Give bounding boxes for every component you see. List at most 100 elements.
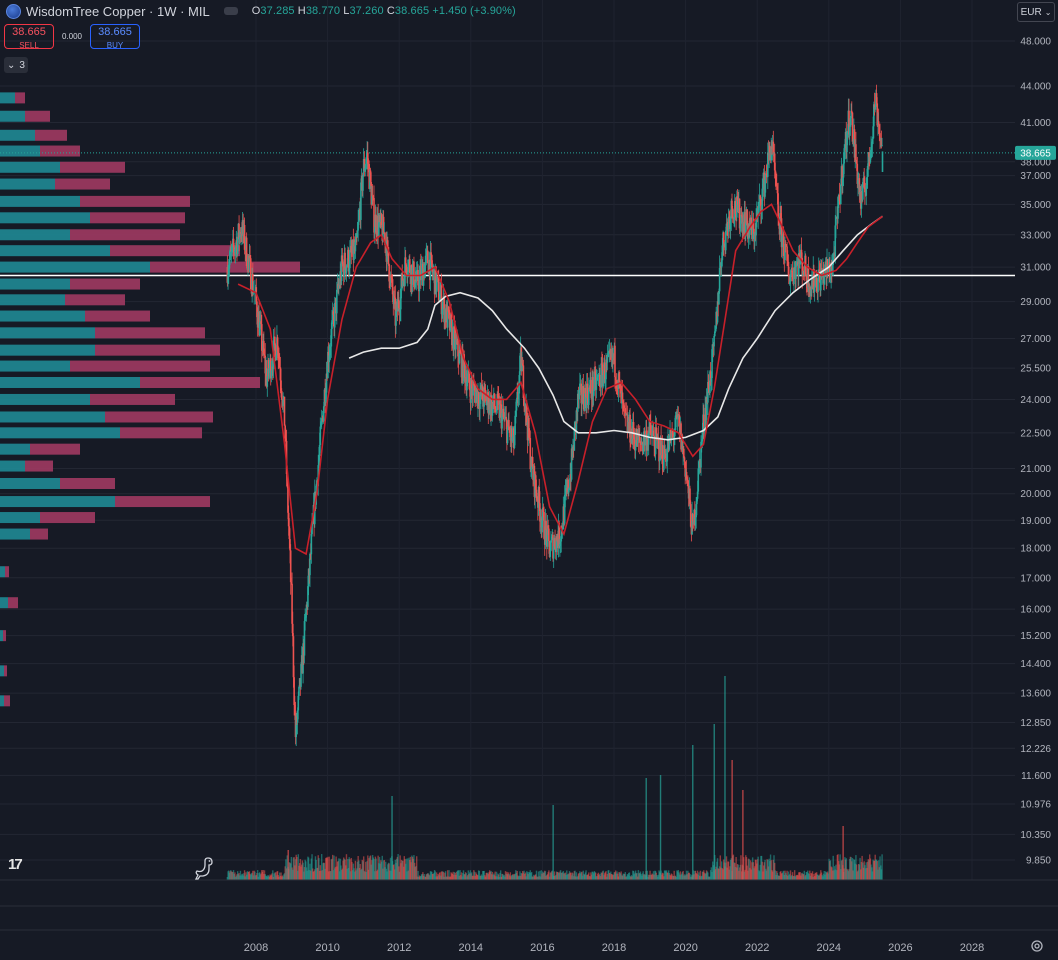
visibility-icon[interactable] bbox=[223, 7, 238, 15]
candle-body bbox=[300, 664, 302, 687]
y-tick-label: 15.200 bbox=[1020, 631, 1051, 642]
volume-profile-up-bar bbox=[0, 278, 70, 290]
volume-profile-down-bar bbox=[55, 178, 110, 190]
volume-profile-up-bar bbox=[0, 360, 70, 372]
volume-profile-up-bar bbox=[0, 145, 40, 157]
volume-profile-up-bar bbox=[0, 528, 30, 540]
candle-body bbox=[506, 426, 509, 444]
volume-profile-up-bar bbox=[0, 129, 35, 141]
sell-button[interactable]: 38.665 SELL bbox=[4, 24, 54, 50]
y-tick-label: 10.976 bbox=[1020, 800, 1051, 811]
volume-profile-up-bar bbox=[0, 695, 4, 707]
candle-body bbox=[851, 112, 854, 142]
y-tick-label: 25.500 bbox=[1020, 364, 1051, 375]
high-label: H bbox=[297, 5, 306, 17]
volume-profile-down-bar bbox=[110, 245, 240, 257]
current-price-label: 38.665 bbox=[1020, 148, 1051, 159]
y-tick-label: 16.000 bbox=[1020, 605, 1051, 616]
x-tick-label: 2018 bbox=[602, 942, 626, 954]
candle-body bbox=[413, 261, 415, 288]
symbol-title[interactable]: WisdomTree Copper · 1W · MIL bbox=[26, 4, 210, 19]
moving-average-fast[interactable] bbox=[237, 203, 883, 556]
volume-profile-down-bar bbox=[80, 195, 190, 207]
volume-profile-down-bar bbox=[140, 376, 260, 388]
candle-body bbox=[426, 250, 429, 264]
volume-profile-down-bar bbox=[70, 229, 180, 241]
volume-profile-up-bar bbox=[0, 597, 8, 609]
y-tick-label: 24.000 bbox=[1020, 395, 1051, 406]
x-tick-label: 2016 bbox=[530, 942, 554, 954]
x-axis[interactable]: 2008 2010 2012 2014 2016 2018 2020 2022 2024 2026… bbox=[244, 942, 984, 954]
candle-body bbox=[843, 148, 846, 164]
y-tick-label: 35.000 bbox=[1020, 200, 1051, 211]
candle-body bbox=[466, 373, 469, 382]
last-candle bbox=[881, 151, 884, 172]
chart-canvas[interactable]: 48.00044.00041.00038.00037.00035.00033.0… bbox=[0, 0, 1058, 960]
tradingview-logo-icon[interactable]: 17 bbox=[8, 856, 23, 873]
volume-bar bbox=[731, 760, 733, 880]
buy-price: 38.665 bbox=[98, 26, 132, 38]
y-tick-label: 27.000 bbox=[1020, 334, 1051, 345]
x-tick-label: 2010 bbox=[315, 942, 339, 954]
volume-profile-down-bar bbox=[85, 310, 150, 322]
candle-body bbox=[519, 355, 521, 376]
moving-average-slow[interactable] bbox=[348, 215, 883, 441]
x-tick-label: 2008 bbox=[244, 942, 268, 954]
volume-profile-down-bar bbox=[150, 261, 300, 273]
candle-body bbox=[795, 262, 798, 266]
volume-profile-down-bar bbox=[95, 327, 205, 339]
volume-profile-up-bar bbox=[0, 566, 5, 578]
volume-profile-up-bar bbox=[0, 161, 60, 173]
volume-profile-down-bar bbox=[105, 411, 213, 423]
spread-value: 0.000 bbox=[61, 32, 83, 41]
volume-profile-up-bar bbox=[0, 512, 40, 524]
volume-profile-down-bar bbox=[90, 212, 185, 224]
volume-profile-up-bar bbox=[0, 376, 140, 388]
candle-body bbox=[280, 390, 283, 400]
y-tick-label: 41.000 bbox=[1020, 118, 1051, 129]
candle-body bbox=[333, 302, 336, 328]
candle-body bbox=[362, 175, 364, 191]
volume-profile-down-bar bbox=[65, 294, 125, 306]
y-tick-label: 9.850 bbox=[1026, 856, 1051, 867]
candle-body bbox=[283, 396, 286, 426]
volume-profile-up-bar bbox=[0, 195, 80, 207]
candle-body bbox=[731, 208, 734, 218]
volume-bar bbox=[692, 745, 694, 880]
currency-button[interactable]: EUR ⌄ bbox=[1017, 2, 1055, 22]
low-value: 37.260 bbox=[349, 5, 384, 17]
volume-profile-up-bar bbox=[0, 92, 15, 104]
volume-profile-down-bar bbox=[30, 443, 80, 455]
x-tick-label: 2028 bbox=[960, 942, 984, 954]
buy-button[interactable]: 38.665 BUY bbox=[90, 24, 140, 50]
gear-icon[interactable] bbox=[1029, 938, 1045, 954]
x-tick-label: 2014 bbox=[459, 942, 483, 954]
volume-bar bbox=[552, 805, 554, 880]
volume-profile-down-bar bbox=[35, 129, 67, 141]
y-tick-label: 31.000 bbox=[1020, 263, 1051, 274]
candle-body bbox=[881, 145, 883, 147]
y-tick-label: 22.500 bbox=[1020, 428, 1051, 439]
candle-body bbox=[623, 403, 625, 406]
volume-profile-down-bar bbox=[25, 110, 50, 122]
candle-body bbox=[862, 182, 864, 200]
volume-profile-up-bar bbox=[0, 427, 120, 439]
volume-profile-down-bar bbox=[5, 566, 9, 578]
currency-label: EUR bbox=[1020, 6, 1042, 18]
y-tick-label: 29.000 bbox=[1020, 297, 1051, 308]
symbol-logo-icon[interactable] bbox=[6, 3, 21, 19]
volume-profile-down-bar bbox=[95, 344, 220, 356]
volume-profile-down-bar bbox=[70, 278, 140, 290]
dino-icon[interactable] bbox=[194, 856, 216, 880]
candle-body bbox=[839, 184, 842, 205]
candle-body bbox=[354, 242, 357, 252]
y-axis[interactable]: 48.00044.00041.00038.00037.00035.00033.0… bbox=[1020, 37, 1051, 867]
volume-bar bbox=[724, 676, 726, 880]
y-tick-label: 17.000 bbox=[1020, 573, 1051, 584]
candle-body bbox=[336, 289, 338, 314]
sell-price: 38.665 bbox=[12, 26, 46, 38]
candle-body bbox=[344, 252, 346, 269]
sell-label: SELL bbox=[19, 41, 39, 50]
volume-profile-down-bar bbox=[25, 460, 53, 472]
indicators-toggle-button[interactable]: ⌄ 3 bbox=[4, 57, 28, 73]
